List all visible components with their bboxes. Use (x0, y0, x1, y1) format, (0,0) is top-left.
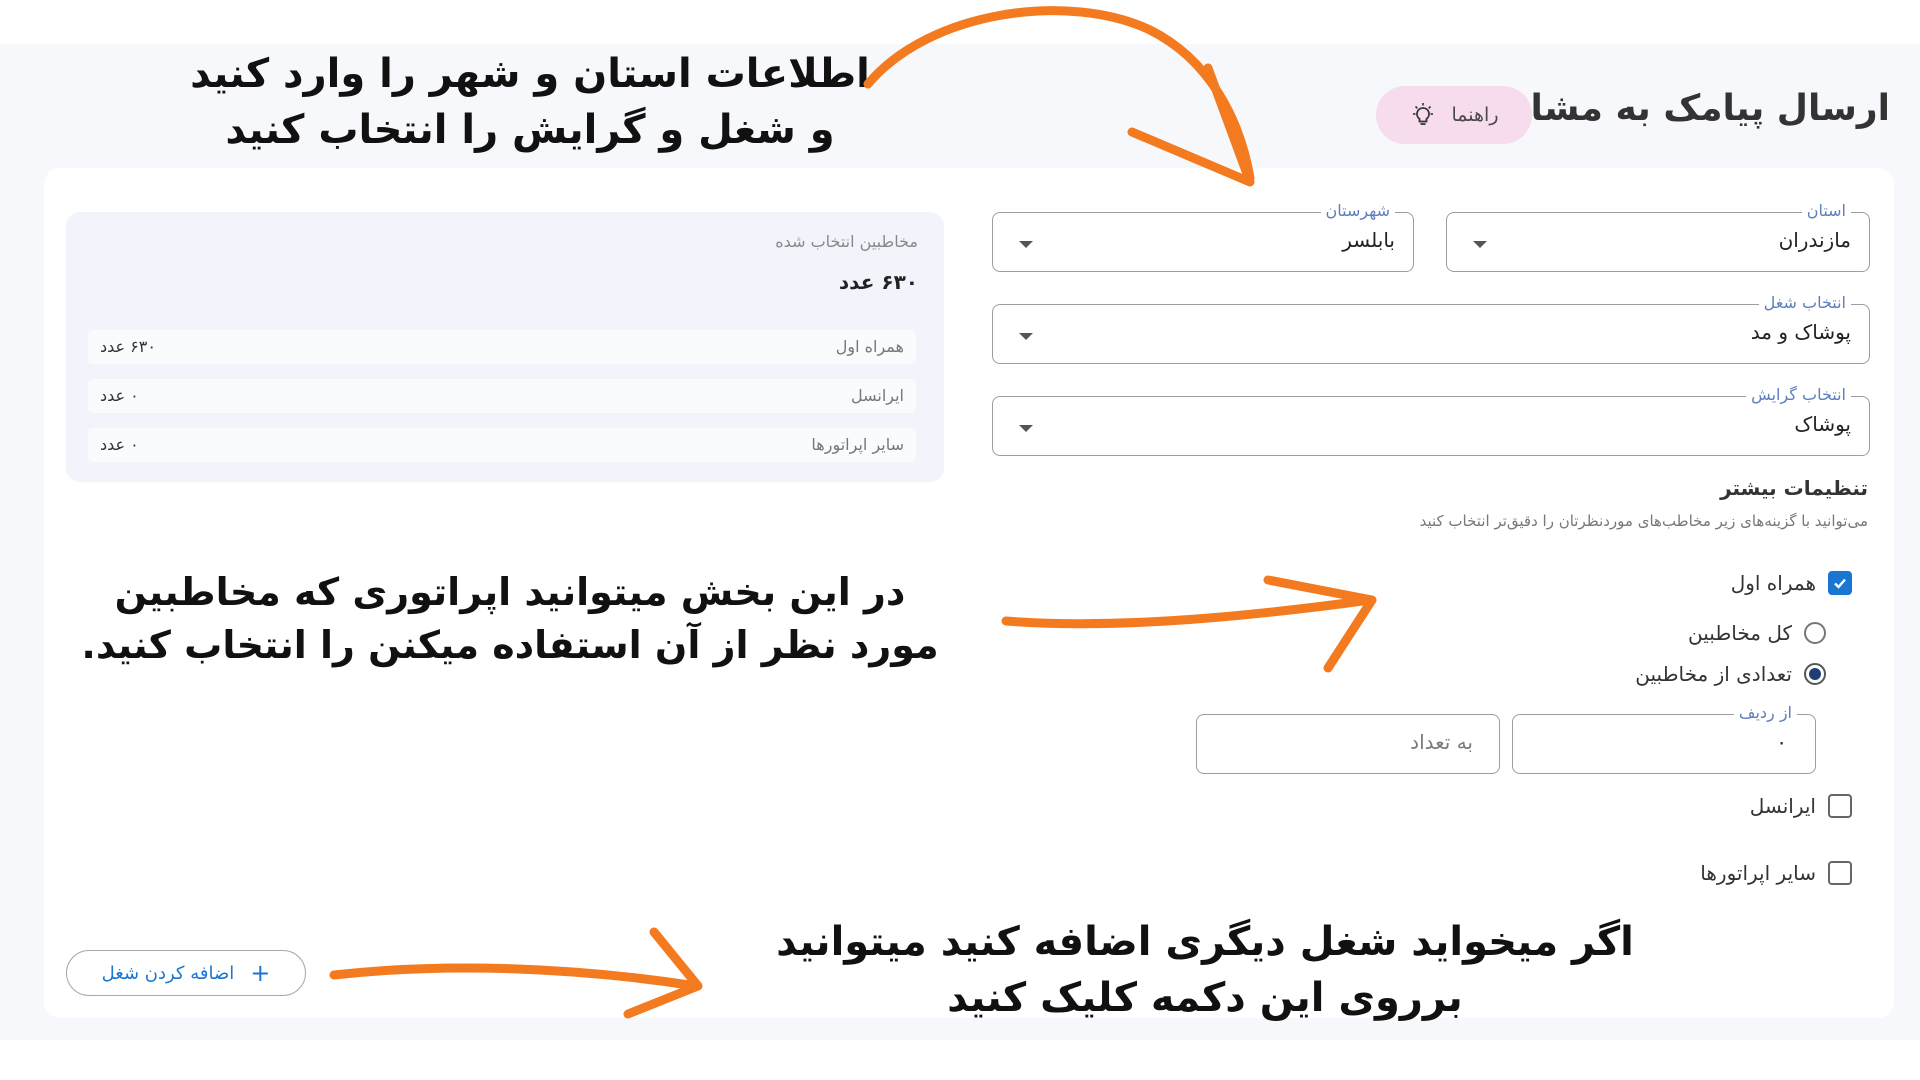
arrow-middle-head (1263, 575, 1377, 673)
arrow-top-head (1127, 63, 1255, 187)
arrow-bottom (329, 963, 701, 991)
annotation-arrows (329, 6, 1377, 1019)
arrow-middle (1001, 595, 1375, 629)
arrow-bottom-head (623, 927, 703, 1019)
